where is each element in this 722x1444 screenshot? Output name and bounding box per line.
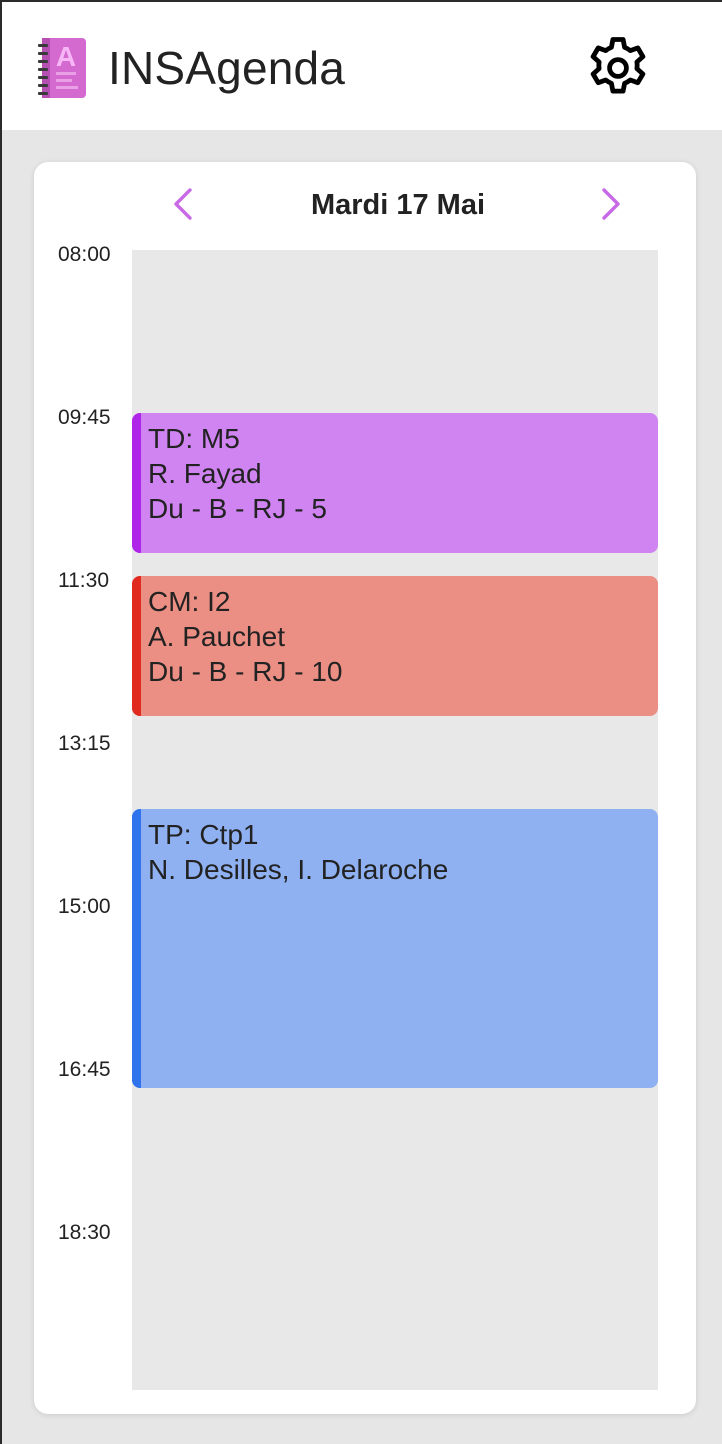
day-column: TD: M5 R. Fayad Du - B - RJ - 5 CM: I2 A. Pa… [132, 250, 658, 1390]
time-label: 16:45 [58, 1058, 111, 1081]
time-label: 18:30 [58, 1221, 111, 1244]
svg-text:A: A [56, 41, 76, 72]
time-label: 11:30 [58, 569, 109, 592]
event-teacher: A. Pauchet [148, 621, 285, 652]
app-title: INSAgenda [108, 42, 346, 94]
time-label: 15:00 [58, 895, 111, 918]
time-label: 13:15 [58, 732, 111, 755]
event-block[interactable]: CM: I2 A. Pauchet Du - B - RJ - 10 [132, 576, 658, 716]
date-title: Mardi 17 Mai [310, 189, 486, 221]
gear-icon[interactable] [582, 32, 654, 104]
event-teacher: R. Fayad [148, 458, 262, 489]
event-color-bar [132, 576, 141, 716]
event-teacher: N. Desilles, I. Delaroche [148, 853, 449, 885]
event-title: CM: I2 [148, 586, 231, 617]
event-room: Du - B - RJ - 5 [148, 493, 327, 524]
event-color-bar [132, 808, 141, 1089]
event-title: TP: Ctp1 [148, 818, 259, 850]
time-label: 09:45 [58, 406, 111, 429]
agenda-notebook-icon: A [38, 38, 86, 98]
event-title: TD: M5 [148, 423, 240, 454]
app-root: A INSAgenda Mardi 17 Mai 08:00 09:45 11:30… [0, 0, 722, 1444]
chevron-right-icon[interactable] [592, 184, 628, 224]
event-block[interactable]: TD: M5 R. Fayad Du - B - RJ - 5 [132, 413, 658, 553]
event-color-bar [132, 413, 141, 553]
day-view-card: Mardi 17 Mai 08:00 09:45 11:30 13:15 15:00 16… [34, 162, 696, 1414]
event-room: Du - B - RJ - 10 [148, 656, 343, 687]
time-label: 08:00 [58, 243, 111, 266]
event-block[interactable]: TP: Ctp1 N. Desilles, I. Delaroche [132, 808, 658, 1089]
chevron-left-icon[interactable] [166, 184, 202, 224]
app-header: A INSAgenda [2, 2, 722, 130]
